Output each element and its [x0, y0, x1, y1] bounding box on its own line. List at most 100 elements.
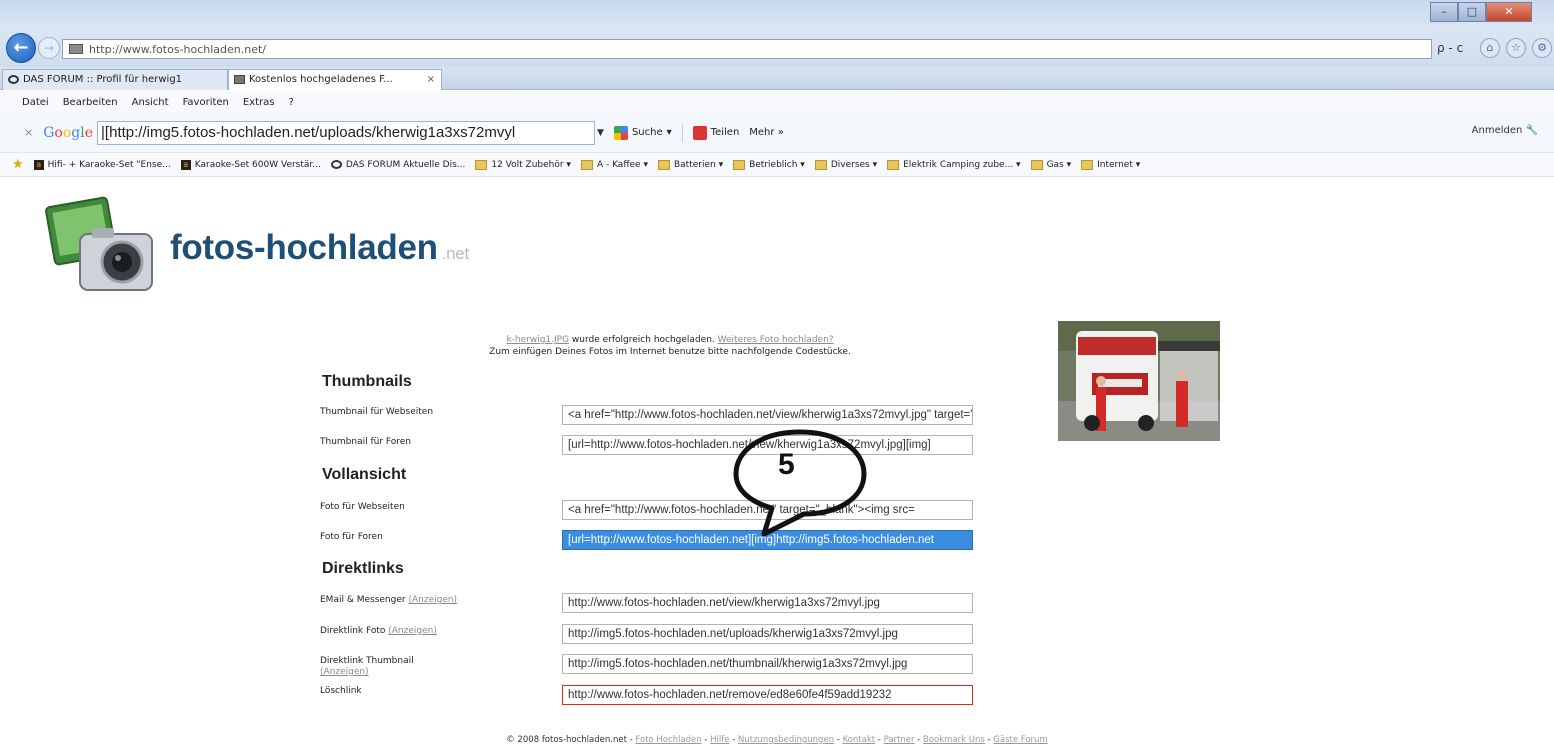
home-icon[interactable]: ⌂	[1480, 38, 1500, 58]
copyright-text: © 2008 fotos-hochladen.net -	[506, 735, 636, 745]
label-direktlink-foto: Direktlink Foto (Anzeigen)	[320, 626, 437, 636]
footer-separator: -	[701, 735, 711, 745]
anzeigen-link[interactable]: (Anzeigen)	[320, 667, 369, 677]
favorite-label: Gas ▾	[1046, 159, 1072, 170]
anzeigen-link[interactable]: (Anzeigen)	[408, 595, 457, 605]
menu-datei[interactable]: Datei	[22, 97, 49, 108]
footer-link-foto-hochladen[interactable]: Foto Hochladen	[635, 735, 701, 745]
anmelden-label: Anmelden	[1471, 125, 1523, 136]
address-bar[interactable]: http://www.fotos-hochladen.net/	[62, 39, 1432, 59]
footer-link-gaeste-forum[interactable]: Gäste Forum	[993, 735, 1047, 745]
favorite-label: Karaoke-Set 600W Verstär...	[194, 159, 321, 170]
favorite-folder[interactable]: 12 Volt Zubehör ▾	[475, 159, 571, 170]
label-loeschlink: Löschlink	[320, 686, 362, 696]
favorite-folder[interactable]: Diverses ▾	[814, 159, 877, 170]
wrench-icon[interactable]: 🔧	[1526, 125, 1538, 136]
forum-ring-icon	[8, 75, 19, 84]
site-title-tld: .net	[441, 244, 469, 263]
folder-icon	[580, 159, 593, 170]
favorite-item[interactable]: DAS FORUM Aktuelle Dis...	[330, 160, 465, 170]
mehr-button[interactable]: Mehr »	[749, 127, 784, 138]
maximize-button[interactable]: □	[1458, 2, 1486, 22]
favorites-star-icon[interactable]: ★	[12, 157, 24, 172]
favorite-folder[interactable]: Gas ▾	[1030, 159, 1072, 170]
menu-extras[interactable]: Extras	[243, 97, 275, 108]
folder-icon	[657, 159, 670, 170]
close-window-button[interactable]: ✕	[1486, 2, 1532, 22]
favorite-folder[interactable]: Internet ▾	[1081, 159, 1141, 170]
favorite-folder[interactable]: Betrieblich ▾	[733, 159, 805, 170]
favorite-label: Hifi- + Karaoke-Set "Ense...	[47, 159, 171, 170]
chevron-down-icon: ▾	[666, 127, 672, 138]
favorite-label: Internet ▾	[1097, 159, 1141, 170]
folder-icon	[475, 159, 488, 170]
browser-titlebar: – □ ✕ ← → http://www.fotos-hochladen.net…	[0, 0, 1554, 68]
gear-icon[interactable]: ⚙	[1532, 38, 1552, 58]
label-foto-webseiten: Foto für Webseiten	[320, 502, 405, 512]
link-email-messenger[interactable]: http://www.fotos-hochladen.net/view/kher…	[562, 593, 973, 613]
link-direktlink-foto[interactable]: http://img5.fotos-hochladen.net/uploads/…	[562, 624, 973, 644]
back-button[interactable]: ←	[6, 33, 36, 63]
close-toolbar-icon[interactable]: ×	[24, 126, 33, 139]
footer-separator: -	[875, 735, 884, 745]
site-title[interactable]: fotos-hochladen .net	[170, 228, 469, 268]
section-thumbnails: Thumbnails	[322, 373, 412, 390]
upload-success-message: k-herwig1.JPG wurde erfolgreich hochgela…	[380, 334, 960, 358]
menu-favoriten[interactable]: Favoriten	[183, 97, 229, 108]
section-vollansicht: Vollansicht	[322, 466, 407, 483]
chevron-down-icon[interactable]: ▼	[597, 128, 604, 138]
google-logo: Google	[43, 124, 94, 141]
address-search-refresh[interactable]: ρ - c	[1437, 41, 1463, 55]
label-text: Direktlink Foto	[320, 626, 386, 636]
suche-button[interactable]: Suche ▾	[613, 125, 672, 140]
footer-link-nutzungsbedingungen[interactable]: Nutzungsbedingungen	[738, 735, 834, 745]
folder-icon	[1081, 159, 1094, 170]
amazon-icon: a	[33, 159, 44, 170]
label-thumbnail-foren: Thumbnail für Foren	[320, 437, 412, 447]
favorite-item[interactable]: a Karaoke-Set 600W Verstär...	[180, 159, 321, 170]
amazon-icon: a	[180, 159, 191, 170]
footer-link-partner[interactable]: Partner	[884, 735, 915, 745]
menu-help[interactable]: ?	[289, 97, 294, 108]
teilen-button[interactable]: Teilen	[692, 125, 740, 140]
favorite-folder[interactable]: Elektrik Camping zube... ▾	[887, 159, 1021, 170]
link-direktlink-thumbnail[interactable]: http://img5.fotos-hochladen.net/thumbnai…	[562, 654, 973, 674]
tab-fotos-hochladen[interactable]: Kostenlos hochgeladenes F... ×	[228, 69, 442, 90]
address-url[interactable]: http://www.fotos-hochladen.net/	[89, 43, 266, 56]
footer-link-hilfe[interactable]: Hilfe	[710, 735, 729, 745]
anmelden-button[interactable]: Anmelden 🔧	[1472, 125, 1538, 136]
teilen-label: Teilen	[710, 127, 740, 138]
link-loeschlink[interactable]: http://www.fotos-hochladen.net/remove/ed…	[562, 685, 973, 705]
favorite-folder[interactable]: Batterien ▾	[657, 159, 723, 170]
folder-icon	[733, 159, 746, 170]
favorite-label: Elektrik Camping zube... ▾	[903, 159, 1021, 170]
footer-link-bookmark[interactable]: Bookmark Uns	[923, 735, 985, 745]
suche-label: Suche	[631, 127, 663, 138]
footer-separator: -	[914, 735, 923, 745]
tab-bar: DAS FORUM :: Profil für herwig1 Kostenlo…	[0, 67, 1554, 90]
favorite-label: 12 Volt Zubehör ▾	[491, 159, 571, 170]
camera-logo-icon[interactable]	[44, 196, 160, 296]
minimize-button[interactable]: –	[1430, 2, 1458, 22]
uploaded-file-link[interactable]: k-herwig1.JPG	[506, 335, 569, 345]
tab-das-forum[interactable]: DAS FORUM :: Profil für herwig1	[2, 69, 228, 90]
favorite-item[interactable]: a Hifi- + Karaoke-Set "Ense...	[33, 159, 171, 170]
label-direktlink-thumbnail: Direktlink Thumbnail (Anzeigen)	[320, 656, 414, 678]
upload-another-link[interactable]: Weiteres Foto hochladen?	[718, 335, 834, 345]
menu-bearbeiten[interactable]: Bearbeiten	[63, 97, 118, 108]
uploaded-photo-thumbnail[interactable]	[1058, 321, 1220, 441]
footer-link-kontakt[interactable]: Kontakt	[843, 735, 876, 745]
google-search-input[interactable]: |[http://img5.fotos-hochladen.net/upload…	[97, 120, 596, 145]
menu-ansicht[interactable]: Ansicht	[132, 97, 169, 108]
anzeigen-link[interactable]: (Anzeigen)	[388, 626, 437, 636]
favorite-folder[interactable]: A - Kaffee ▾	[580, 159, 648, 170]
favorites-bar: ★ a Hifi- + Karaoke-Set "Ense... a Karaoke…	[0, 153, 1554, 177]
footer-separator: -	[834, 735, 843, 745]
label-foto-foren: Foto für Foren	[320, 532, 383, 542]
forward-button[interactable]: →	[38, 37, 60, 59]
footer-separator: -	[984, 735, 994, 745]
footer-separator: -	[729, 735, 738, 745]
favorites-star-icon[interactable]: ☆	[1506, 38, 1526, 58]
close-tab-icon[interactable]: ×	[427, 70, 435, 89]
site-title-name: fotos-hochladen	[170, 228, 438, 267]
